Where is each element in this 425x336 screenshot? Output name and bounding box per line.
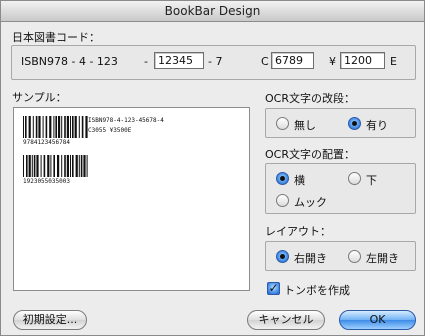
isbn-field[interactable]: 12345 bbox=[154, 52, 204, 69]
ocr-below-radio[interactable] bbox=[348, 172, 361, 185]
ocr-break-none-label[interactable]: 無し bbox=[294, 117, 316, 133]
ocr-break-label: OCR文字の改段： bbox=[265, 92, 355, 105]
ocr-break-yes-radio[interactable] bbox=[348, 117, 361, 130]
book-code-label: 日本図書コード： bbox=[12, 31, 100, 44]
layout-right-label[interactable]: 右開き bbox=[294, 250, 327, 266]
ocr-mook-label[interactable]: ムック bbox=[294, 194, 327, 210]
crop-marks-label[interactable]: トンボを作成 bbox=[284, 282, 350, 298]
isbn-dash: - bbox=[144, 55, 148, 68]
ocr-below-label[interactable]: 下 bbox=[366, 172, 377, 188]
c-code-label: C bbox=[261, 55, 269, 68]
ocr-placement-group: 横 下 ムック bbox=[265, 163, 416, 214]
ocr-placement-label: OCR文字の配置： bbox=[265, 148, 355, 161]
book-code-group: ISBN978 - 4 - 123 - 12345 - 7 C 6789 ¥ 1… bbox=[11, 45, 416, 80]
price-field[interactable]: 1200 bbox=[340, 52, 385, 69]
sample-label: サンプル： bbox=[12, 91, 67, 104]
ok-button[interactable]: OK bbox=[339, 310, 416, 330]
crop-marks-checkbox[interactable]: ✓ bbox=[267, 282, 280, 295]
e-label: E bbox=[390, 55, 397, 68]
ocr-horizontal-label[interactable]: 横 bbox=[294, 172, 305, 188]
isbn-prefix: ISBN978 - 4 - 123 bbox=[21, 55, 118, 68]
layout-group: 右開き 左開き bbox=[265, 241, 416, 271]
window-title: BookBar Design bbox=[164, 4, 261, 18]
ocr-mook-radio[interactable] bbox=[276, 194, 289, 207]
layout-left-radio[interactable] bbox=[348, 250, 361, 263]
check-digit-label: - 7 bbox=[208, 55, 223, 68]
barcode-2-digits: 1923055035003 bbox=[23, 178, 70, 185]
title-bar[interactable]: BookBar Design bbox=[1, 1, 424, 22]
ocr-break-yes-label[interactable]: 有り bbox=[366, 117, 388, 133]
c-code-field[interactable]: 6789 bbox=[271, 52, 314, 69]
sample-preview: 9784123456784 ISBN978-4-123-45678-4 C305… bbox=[13, 107, 250, 291]
dialog-window: BookBar Design 日本図書コード： ISBN978 - 4 - 12… bbox=[0, 0, 425, 336]
ocr-break-group: 無し 有り bbox=[265, 108, 416, 138]
barcode-1-digits: 9784123456784 bbox=[23, 139, 70, 146]
defaults-button[interactable]: 初期設定... bbox=[13, 310, 87, 330]
yen-label: ¥ bbox=[329, 55, 336, 68]
layout-right-radio[interactable] bbox=[276, 250, 289, 263]
ocr-horizontal-radio[interactable] bbox=[276, 172, 289, 185]
layout-label: レイアウト： bbox=[265, 225, 331, 238]
ocr-line-1: ISBN978-4-123-45678-4 bbox=[88, 117, 164, 124]
barcode-2 bbox=[23, 155, 89, 177]
ocr-line-2: C3055 ¥3500E bbox=[88, 127, 132, 134]
ocr-break-none-radio[interactable] bbox=[276, 117, 289, 130]
layout-left-label[interactable]: 左開き bbox=[366, 250, 399, 266]
cancel-button[interactable]: キャンセル bbox=[247, 310, 325, 330]
barcode-1 bbox=[23, 116, 89, 138]
